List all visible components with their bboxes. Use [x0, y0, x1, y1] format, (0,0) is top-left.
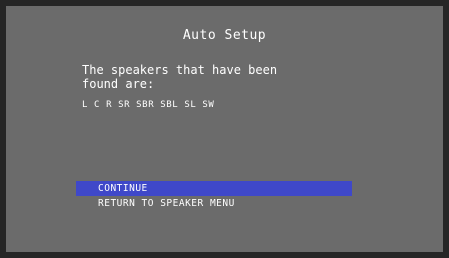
speaker-list: L C R SR SBR SBL SL SW [82, 100, 215, 110]
message-line: found are: [82, 77, 155, 91]
screen-title: Auto Setup [182, 28, 267, 43]
continue-menu-item[interactable]: CONTINUE [76, 181, 352, 196]
message-line: The speakers that have been [82, 63, 278, 77]
found-speakers-message: The speakers that have been found are: [82, 63, 412, 91]
auto-setup-screen: Auto Setup The speakers that have been f… [0, 0, 449, 258]
setup-menu: CONTINUE RETURN TO SPEAKER MENU [76, 181, 352, 211]
return-to-speaker-menu-item[interactable]: RETURN TO SPEAKER MENU [76, 196, 352, 211]
